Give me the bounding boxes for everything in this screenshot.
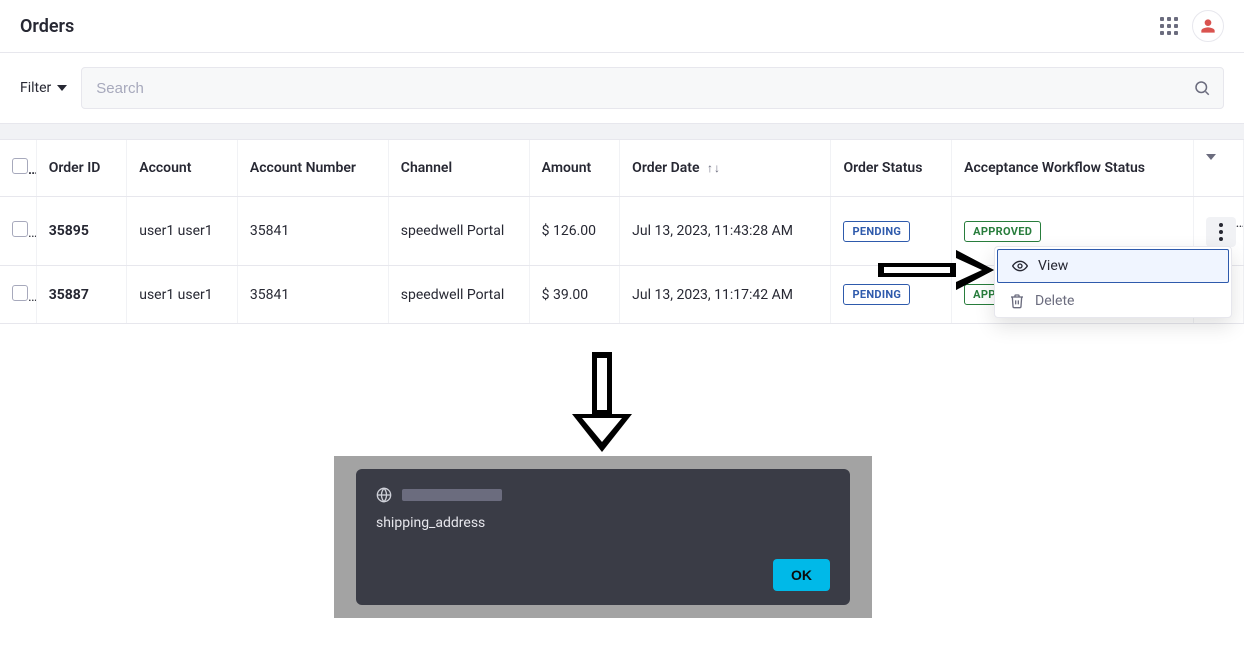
cell-order-date: Jul 13, 2023, 11:43:28 AM [620,197,831,266]
row-select[interactable] [0,197,36,266]
search-field-wrap[interactable] [81,67,1224,109]
cell-order-date: Jul 13, 2023, 11:17:42 AM [620,266,831,324]
table-top-spacer [0,124,1244,140]
status-badge: PENDING [843,221,910,242]
row-actions-menu: View Delete [994,246,1232,318]
cell-account: user1 user1 [127,266,238,324]
annotation-arrow-down-icon [572,352,632,452]
page-header: Orders [0,0,1244,53]
apps-grid-icon[interactable] [1160,17,1178,35]
col-order-status[interactable]: Order Status [831,140,952,197]
cell-account-number: 35841 [237,266,388,324]
filter-button[interactable]: Filter [20,80,67,96]
kebab-menu-button[interactable] [1206,217,1236,247]
select-all-header[interactable] [0,140,36,197]
toolbar: Filter [0,53,1244,124]
search-icon[interactable] [1193,79,1211,97]
menu-item-label: View [1038,258,1068,274]
cell-amount: $ 126.00 [529,197,620,266]
dialog-message: shipping_address [376,515,830,531]
redacted-host [402,489,502,501]
search-input[interactable] [94,79,1193,98]
row-select[interactable] [0,266,36,324]
checkbox-icon[interactable] [12,285,28,301]
col-channel[interactable]: Channel [388,140,529,197]
sort-icon: ↑↓ [707,162,720,174]
user-icon [1200,18,1216,34]
cell-amount: $ 39.00 [529,266,620,324]
table-header-row: Order ID Account Account Number Channel … [0,140,1244,197]
col-account[interactable]: Account [127,140,238,197]
eye-icon [1012,258,1028,274]
annotation-arrow-right-icon [878,250,994,290]
cell-channel: speedwell Portal [388,197,529,266]
cell-order-id[interactable]: 35887 [36,266,127,324]
menu-item-delete[interactable]: Delete [995,285,1231,317]
col-order-id[interactable]: Order ID [36,140,127,197]
col-acceptance-status[interactable]: Acceptance Workflow Status [952,140,1193,197]
trash-icon [1009,293,1025,309]
alert-dialog: shipping_address OK [356,469,850,605]
col-actions[interactable] [1193,140,1243,197]
cell-channel: speedwell Portal [388,266,529,324]
cell-account: user1 user1 [127,197,238,266]
menu-item-label: Delete [1035,293,1074,309]
globe-icon [376,487,392,503]
dialog-backdrop: shipping_address OK [334,456,872,618]
cell-account-number: 35841 [237,197,388,266]
checkbox-icon[interactable] [12,221,28,237]
caret-down-icon [1206,154,1216,176]
checkbox-icon[interactable] [12,158,28,174]
user-avatar-button[interactable] [1192,10,1224,42]
caret-down-icon [57,85,67,91]
cell-order-id[interactable]: 35895 [36,197,127,266]
status-badge: APPROVED [964,221,1041,242]
filter-label: Filter [20,80,51,96]
page-title: Orders [20,16,74,37]
ok-button[interactable]: OK [773,559,830,591]
col-order-date[interactable]: Order Date ↑↓ [620,140,831,197]
col-account-number[interactable]: Account Number [237,140,388,197]
menu-item-view[interactable]: View [997,249,1229,283]
col-amount[interactable]: Amount [529,140,620,197]
